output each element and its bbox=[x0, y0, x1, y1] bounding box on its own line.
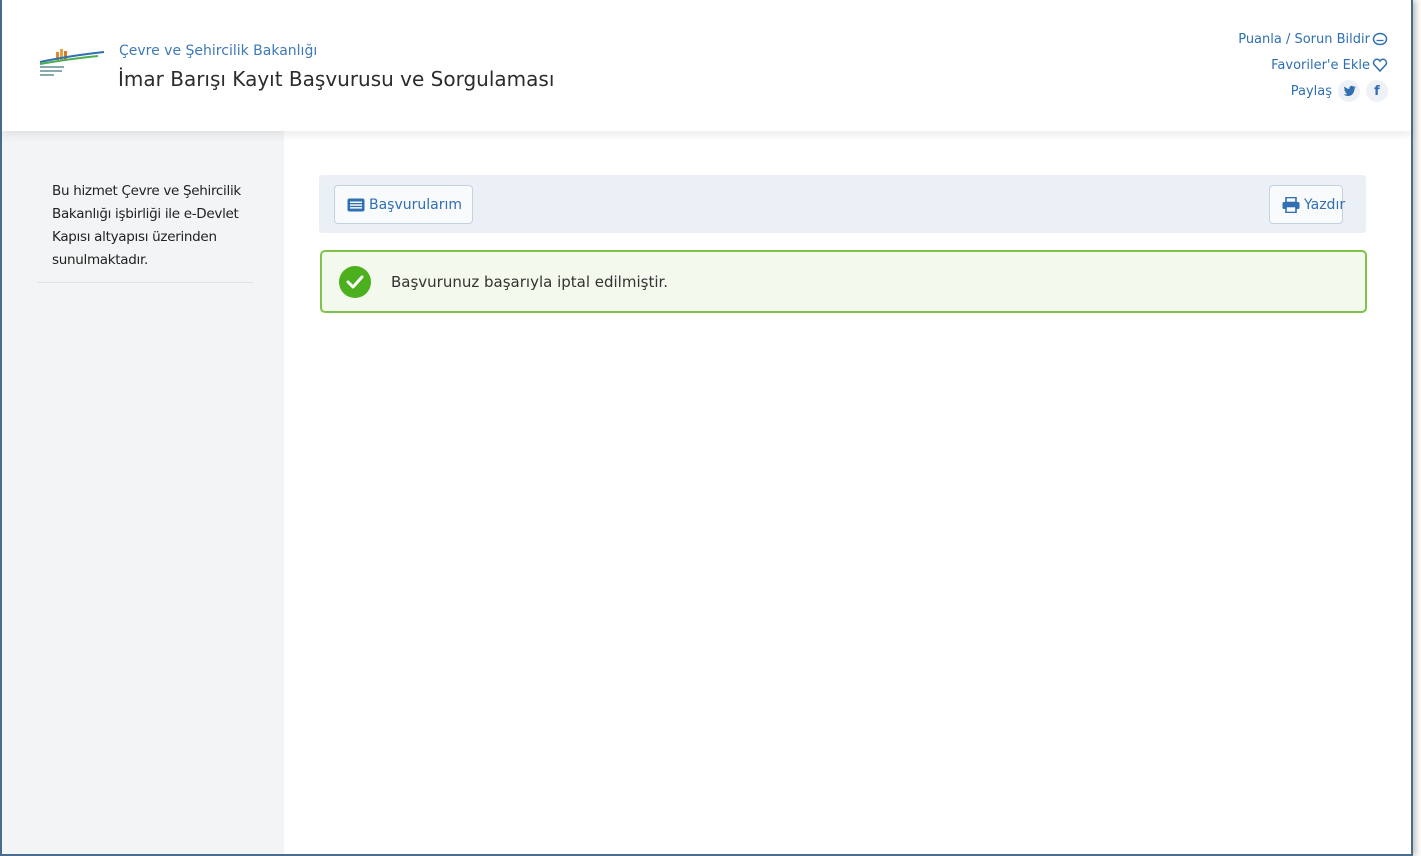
sidebar-divider bbox=[37, 282, 253, 283]
sidebar-info-text: Bu hizmet Çevre ve Şehircilik Bakanlığı … bbox=[52, 183, 241, 268]
my-applications-label: Başvurularım bbox=[369, 196, 463, 213]
my-applications-button[interactable]: Başvurularım bbox=[334, 185, 473, 224]
rate-report-label[interactable]: Puanla / Sorun Bildir bbox=[1238, 32, 1370, 47]
print-icon bbox=[1282, 196, 1300, 213]
sidebar: Bu hizmet Çevre ve Şehircilik Bakanlığı … bbox=[2, 131, 284, 854]
print-button[interactable]: Yazdır bbox=[1269, 185, 1346, 224]
share-row: Paylaş f bbox=[1238, 78, 1388, 104]
success-alert: Başvurunuz başarıyla iptal edilmiştir. bbox=[320, 250, 1367, 313]
add-favorites-label[interactable]: Favoriler'e Ekle bbox=[1271, 58, 1370, 73]
header: Çevre ve Şehircilik Bakanlığı İmar Barış… bbox=[2, 0, 1411, 131]
alert-message: Başvurunuz başarıyla iptal edilmiştir. bbox=[391, 272, 669, 291]
rate-report-link[interactable]: Puanla / Sorun Bildir bbox=[1238, 26, 1388, 52]
ministry-name: Çevre ve Şehircilik Bakanlığı bbox=[119, 43, 318, 59]
list-icon bbox=[347, 198, 365, 211]
check-circle-icon bbox=[339, 265, 371, 298]
facebook-icon[interactable]: f bbox=[1366, 80, 1388, 102]
heart-icon bbox=[1372, 58, 1388, 73]
toolbar: Başvurularım Yazdır bbox=[319, 175, 1366, 233]
twitter-icon[interactable] bbox=[1338, 80, 1360, 102]
page-frame: Çevre ve Şehircilik Bakanlığı İmar Barış… bbox=[0, 0, 1413, 856]
add-favorites-link[interactable]: Favoriler'e Ekle bbox=[1238, 52, 1388, 78]
share-label: Paylaş bbox=[1290, 83, 1332, 99]
ministry-logo bbox=[39, 49, 105, 76]
page-title: İmar Barışı Kayıt Başvurusu ve Sorgulama… bbox=[118, 67, 555, 91]
print-label: Yazdır bbox=[1304, 196, 1346, 213]
chat-icon bbox=[1372, 32, 1388, 46]
header-links: Puanla / Sorun Bildir Favoriler'e Ekle P… bbox=[1238, 26, 1388, 104]
